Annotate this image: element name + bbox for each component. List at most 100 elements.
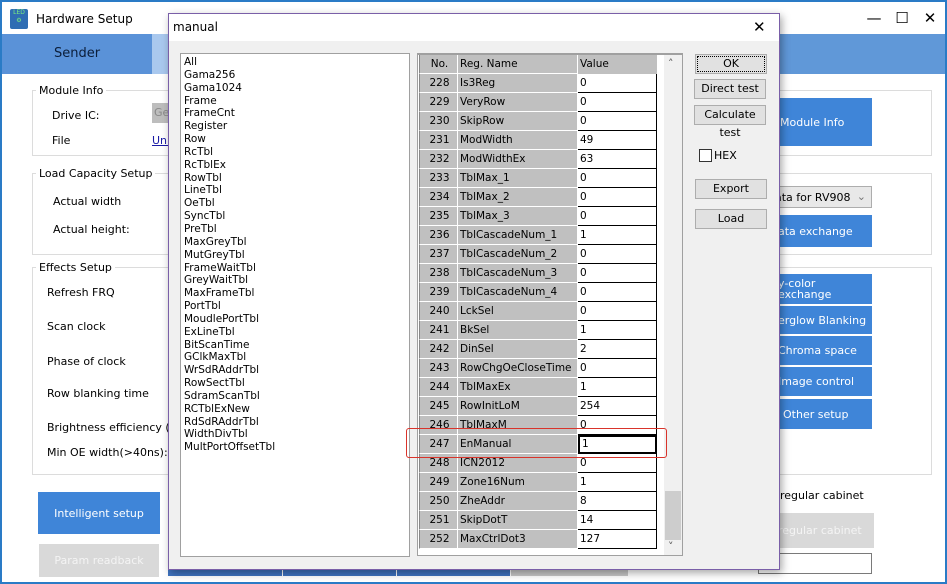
afterglow-blanking-button[interactable]: erglow Blanking (778, 306, 872, 334)
table-row[interactable]: 228 Is3Reg 0 (419, 74, 657, 93)
bottom-tab-2[interactable] (283, 569, 396, 576)
list-item[interactable]: RCTblExNew (184, 403, 406, 416)
list-item[interactable]: GClkMaxTbl (184, 351, 406, 364)
list-item[interactable]: Gama1024 (184, 82, 406, 95)
list-item[interactable]: RcTblEx (184, 159, 406, 172)
list-item[interactable]: MutGreyTbl (184, 249, 406, 262)
list-item[interactable]: SyncTbl (184, 210, 406, 223)
cell-value[interactable]: 0 (578, 188, 657, 207)
table-row[interactable]: 231 ModWidth 49 (419, 131, 657, 150)
param-readback-button[interactable]: Param readback (39, 544, 159, 577)
bottom-tab-3[interactable] (397, 569, 510, 576)
list-item[interactable]: SdramScanTbl (184, 390, 406, 403)
scroll-down-icon[interactable]: ˅ (668, 540, 674, 553)
register-grid[interactable]: ˄ ˅ No. Reg. Name Value 228 Is3Reg 0 229 VeryRo… (417, 53, 683, 556)
table-row[interactable]: 232 ModWidthEx 63 (419, 150, 657, 169)
list-item[interactable]: RcTbl (184, 146, 406, 159)
cell-value[interactable]: 1 (578, 321, 657, 340)
cell-value[interactable]: 63 (578, 150, 657, 169)
list-item[interactable]: BitScanTime (184, 339, 406, 352)
cell-value[interactable]: 127 (578, 530, 657, 549)
list-item[interactable]: PortTbl (184, 300, 406, 313)
table-row[interactable]: 238 TblCascadeNum_3 0 (419, 264, 657, 283)
minimize-button[interactable]: — (860, 6, 888, 30)
cell-value[interactable]: 0 (578, 283, 657, 302)
list-item[interactable]: Gama256 (184, 69, 406, 82)
table-row[interactable]: 245 RowInitLoM 254 (419, 397, 657, 416)
list-item[interactable]: OeTbl (184, 197, 406, 210)
table-row[interactable]: 234 TblMax_2 0 (419, 188, 657, 207)
table-row[interactable]: 249 Zone16Num 1 (419, 473, 657, 492)
table-row[interactable]: 240 LckSel 0 (419, 302, 657, 321)
regular-cabinet-button[interactable]: regular cabinet (778, 513, 874, 548)
cell-value[interactable]: 0 (578, 359, 657, 378)
table-row[interactable]: 235 TblMax_3 0 (419, 207, 657, 226)
export-button[interactable]: Export (695, 179, 767, 199)
cell-value[interactable]: 2 (578, 340, 657, 359)
intelligent-setup-button[interactable]: Intelligent setup (38, 492, 160, 534)
table-row[interactable]: 233 TblMax_1 0 (419, 169, 657, 188)
list-item[interactable]: All (184, 56, 406, 69)
image-control-button[interactable]: Image control (778, 367, 872, 396)
list-item[interactable]: Register (184, 120, 406, 133)
scroll-thumb[interactable] (665, 491, 681, 540)
load-button[interactable]: Load (695, 209, 767, 229)
direct-test-button[interactable]: Direct test (694, 79, 766, 99)
data-exchange-button[interactable]: ata exchange (778, 215, 872, 247)
table-row[interactable]: 251 SkipDotT 14 (419, 511, 657, 530)
ok-button[interactable]: OK (695, 54, 767, 74)
cell-value[interactable]: 49 (578, 131, 657, 150)
bottom-tab-1[interactable] (168, 569, 282, 576)
calculate-test-button[interactable]: Calculate test (694, 105, 766, 139)
table-row[interactable]: 230 SkipRow 0 (419, 112, 657, 131)
grid-scrollbar[interactable]: ˄ ˅ (664, 55, 682, 555)
list-item[interactable]: PreTbl (184, 223, 406, 236)
list-item[interactable]: MaxGreyTbl (184, 236, 406, 249)
list-item[interactable]: WidthDivTbl (184, 428, 406, 441)
cell-value[interactable]: 0 (578, 207, 657, 226)
table-row[interactable]: 229 VeryRow 0 (419, 93, 657, 112)
table-row[interactable]: 239 TblCascadeNum_4 0 (419, 283, 657, 302)
cell-value[interactable]: 1 (578, 226, 657, 245)
other-setup-button[interactable]: Other setup (778, 399, 872, 429)
list-item[interactable]: RdSdRAddrTbl (184, 416, 406, 429)
bottom-tab-4[interactable] (511, 569, 628, 576)
scroll-up-icon[interactable]: ˄ (668, 57, 674, 70)
list-item[interactable]: Row (184, 133, 406, 146)
cell-value[interactable]: 0 (578, 93, 657, 112)
hex-checkbox[interactable] (699, 149, 712, 162)
list-item[interactable]: MoudlePortTbl (184, 313, 406, 326)
color-exchange-button[interactable]: y-color exchange (778, 274, 872, 304)
list-item[interactable]: RowSectTbl (184, 377, 406, 390)
list-item[interactable]: FrameCnt (184, 107, 406, 120)
cell-value[interactable]: 0 (578, 169, 657, 188)
close-button[interactable]: ✕ (916, 6, 944, 30)
cell-value[interactable]: 8 (578, 492, 657, 511)
list-item[interactable]: ExLineTbl (184, 326, 406, 339)
table-row[interactable]: 241 BkSel 1 (419, 321, 657, 340)
list-item[interactable]: RowTbl (184, 172, 406, 185)
cell-value[interactable]: 1 (578, 473, 657, 492)
list-item[interactable]: LineTbl (184, 184, 406, 197)
table-row[interactable]: 250 ZheAddr 8 (419, 492, 657, 511)
data-select[interactable]: ata for RV908 ⌄ (772, 186, 872, 208)
cell-value[interactable]: 0 (578, 245, 657, 264)
maximize-button[interactable]: ☐ (888, 6, 916, 30)
module-info-button[interactable]: Module Info (778, 98, 872, 146)
cell-value[interactable]: 14 (578, 511, 657, 530)
list-item[interactable]: WrSdRAddrTbl (184, 364, 406, 377)
cell-value[interactable]: 254 (578, 397, 657, 416)
table-row[interactable]: 244 TblMaxEx 1 (419, 378, 657, 397)
cell-value[interactable]: 1 (578, 378, 657, 397)
cell-value[interactable]: 0 (578, 302, 657, 321)
table-row[interactable]: 242 DinSel 2 (419, 340, 657, 359)
table-listbox[interactable]: All Gama256 Gama1024 Frame FrameCnt Register R… (180, 53, 410, 557)
table-row[interactable]: 237 TblCascadeNum_2 0 (419, 245, 657, 264)
list-item[interactable]: MultPortOffsetTbl (184, 441, 406, 454)
dialog-close-button[interactable]: ✕ (753, 18, 766, 36)
list-item[interactable]: FrameWaitTbl (184, 262, 406, 275)
table-row[interactable]: 243 RowChgOeCloseTime 0 (419, 359, 657, 378)
cell-value[interactable]: 0 (578, 112, 657, 131)
tab-sender[interactable]: Sender (2, 34, 152, 74)
cell-value[interactable]: 0 (578, 74, 657, 93)
